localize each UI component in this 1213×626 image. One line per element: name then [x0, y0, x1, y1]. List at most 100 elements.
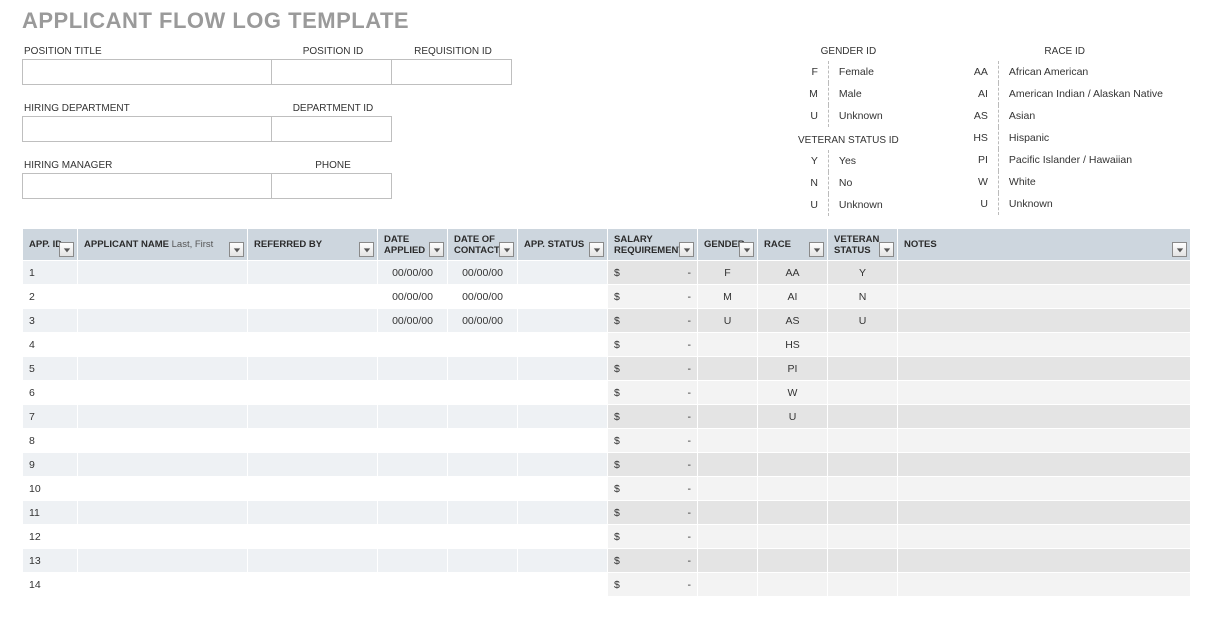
cell-veteran[interactable]: [828, 525, 898, 549]
cell-veteran[interactable]: [828, 501, 898, 525]
cell-salary[interactable]: $-: [608, 525, 698, 549]
cell-veteran[interactable]: [828, 333, 898, 357]
cell-app-id[interactable]: 7: [23, 405, 78, 429]
cell-date-applied[interactable]: [378, 573, 448, 597]
cell-date-applied[interactable]: 00/00/00: [378, 261, 448, 285]
department-id-field[interactable]: [272, 116, 392, 142]
cell-salary[interactable]: $-: [608, 453, 698, 477]
cell-notes[interactable]: [898, 357, 1191, 381]
hiring-department-field[interactable]: [22, 116, 272, 142]
cell-notes[interactable]: [898, 261, 1191, 285]
cell-date-contact[interactable]: [448, 477, 518, 501]
cell-gender[interactable]: [698, 453, 758, 477]
cell-status[interactable]: [518, 573, 608, 597]
filter-name[interactable]: [229, 242, 244, 257]
cell-name[interactable]: [78, 261, 248, 285]
cell-status[interactable]: [518, 261, 608, 285]
cell-race[interactable]: [758, 573, 828, 597]
cell-notes[interactable]: [898, 429, 1191, 453]
cell-notes[interactable]: [898, 405, 1191, 429]
cell-date-applied[interactable]: [378, 501, 448, 525]
cell-salary[interactable]: $-: [608, 261, 698, 285]
cell-date-applied[interactable]: [378, 429, 448, 453]
cell-gender[interactable]: [698, 501, 758, 525]
cell-referred[interactable]: [248, 573, 378, 597]
cell-date-contact[interactable]: [448, 549, 518, 573]
cell-referred[interactable]: [248, 333, 378, 357]
hiring-manager-field[interactable]: [22, 173, 272, 199]
cell-referred[interactable]: [248, 501, 378, 525]
cell-date-contact[interactable]: [448, 453, 518, 477]
cell-date-contact[interactable]: [448, 405, 518, 429]
cell-status[interactable]: [518, 429, 608, 453]
cell-status[interactable]: [518, 333, 608, 357]
cell-salary[interactable]: $-: [608, 285, 698, 309]
cell-name[interactable]: [78, 405, 248, 429]
cell-veteran[interactable]: Y: [828, 261, 898, 285]
cell-gender[interactable]: M: [698, 285, 758, 309]
cell-name[interactable]: [78, 477, 248, 501]
cell-status[interactable]: [518, 549, 608, 573]
cell-race[interactable]: [758, 501, 828, 525]
requisition-id-field[interactable]: [392, 59, 512, 85]
cell-referred[interactable]: [248, 525, 378, 549]
filter-status[interactable]: [589, 242, 604, 257]
cell-name[interactable]: [78, 333, 248, 357]
cell-salary[interactable]: $-: [608, 549, 698, 573]
cell-referred[interactable]: [248, 477, 378, 501]
cell-gender[interactable]: [698, 477, 758, 501]
cell-name[interactable]: [78, 357, 248, 381]
cell-salary[interactable]: $-: [608, 357, 698, 381]
cell-gender[interactable]: [698, 405, 758, 429]
cell-date-contact[interactable]: 00/00/00: [448, 261, 518, 285]
cell-name[interactable]: [78, 501, 248, 525]
cell-app-id[interactable]: 8: [23, 429, 78, 453]
cell-referred[interactable]: [248, 453, 378, 477]
filter-app-id[interactable]: [59, 242, 74, 257]
cell-name[interactable]: [78, 381, 248, 405]
cell-date-contact[interactable]: [448, 333, 518, 357]
cell-status[interactable]: [518, 501, 608, 525]
cell-date-applied[interactable]: 00/00/00: [378, 285, 448, 309]
cell-veteran[interactable]: [828, 549, 898, 573]
cell-notes[interactable]: [898, 453, 1191, 477]
cell-notes[interactable]: [898, 573, 1191, 597]
cell-notes[interactable]: [898, 381, 1191, 405]
cell-notes[interactable]: [898, 501, 1191, 525]
cell-gender[interactable]: F: [698, 261, 758, 285]
cell-name[interactable]: [78, 573, 248, 597]
cell-salary[interactable]: $-: [608, 405, 698, 429]
cell-date-applied[interactable]: [378, 381, 448, 405]
cell-referred[interactable]: [248, 429, 378, 453]
cell-salary[interactable]: $-: [608, 501, 698, 525]
cell-name[interactable]: [78, 309, 248, 333]
cell-status[interactable]: [518, 477, 608, 501]
cell-app-id[interactable]: 2: [23, 285, 78, 309]
cell-salary[interactable]: $-: [608, 381, 698, 405]
cell-name[interactable]: [78, 285, 248, 309]
cell-salary[interactable]: $-: [608, 429, 698, 453]
cell-race[interactable]: [758, 453, 828, 477]
cell-race[interactable]: U: [758, 405, 828, 429]
cell-status[interactable]: [518, 525, 608, 549]
cell-race[interactable]: [758, 477, 828, 501]
cell-date-contact[interactable]: [448, 381, 518, 405]
cell-app-id[interactable]: 1: [23, 261, 78, 285]
cell-status[interactable]: [518, 453, 608, 477]
filter-race[interactable]: [809, 242, 824, 257]
cell-referred[interactable]: [248, 549, 378, 573]
cell-status[interactable]: [518, 309, 608, 333]
cell-veteran[interactable]: [828, 381, 898, 405]
cell-app-id[interactable]: 6: [23, 381, 78, 405]
cell-app-id[interactable]: 10: [23, 477, 78, 501]
cell-salary[interactable]: $-: [608, 309, 698, 333]
cell-race[interactable]: HS: [758, 333, 828, 357]
cell-notes[interactable]: [898, 477, 1191, 501]
cell-referred[interactable]: [248, 381, 378, 405]
position-id-field[interactable]: [272, 59, 392, 85]
cell-date-contact[interactable]: 00/00/00: [448, 309, 518, 333]
cell-salary[interactable]: $-: [608, 333, 698, 357]
cell-referred[interactable]: [248, 309, 378, 333]
cell-veteran[interactable]: U: [828, 309, 898, 333]
cell-veteran[interactable]: N: [828, 285, 898, 309]
